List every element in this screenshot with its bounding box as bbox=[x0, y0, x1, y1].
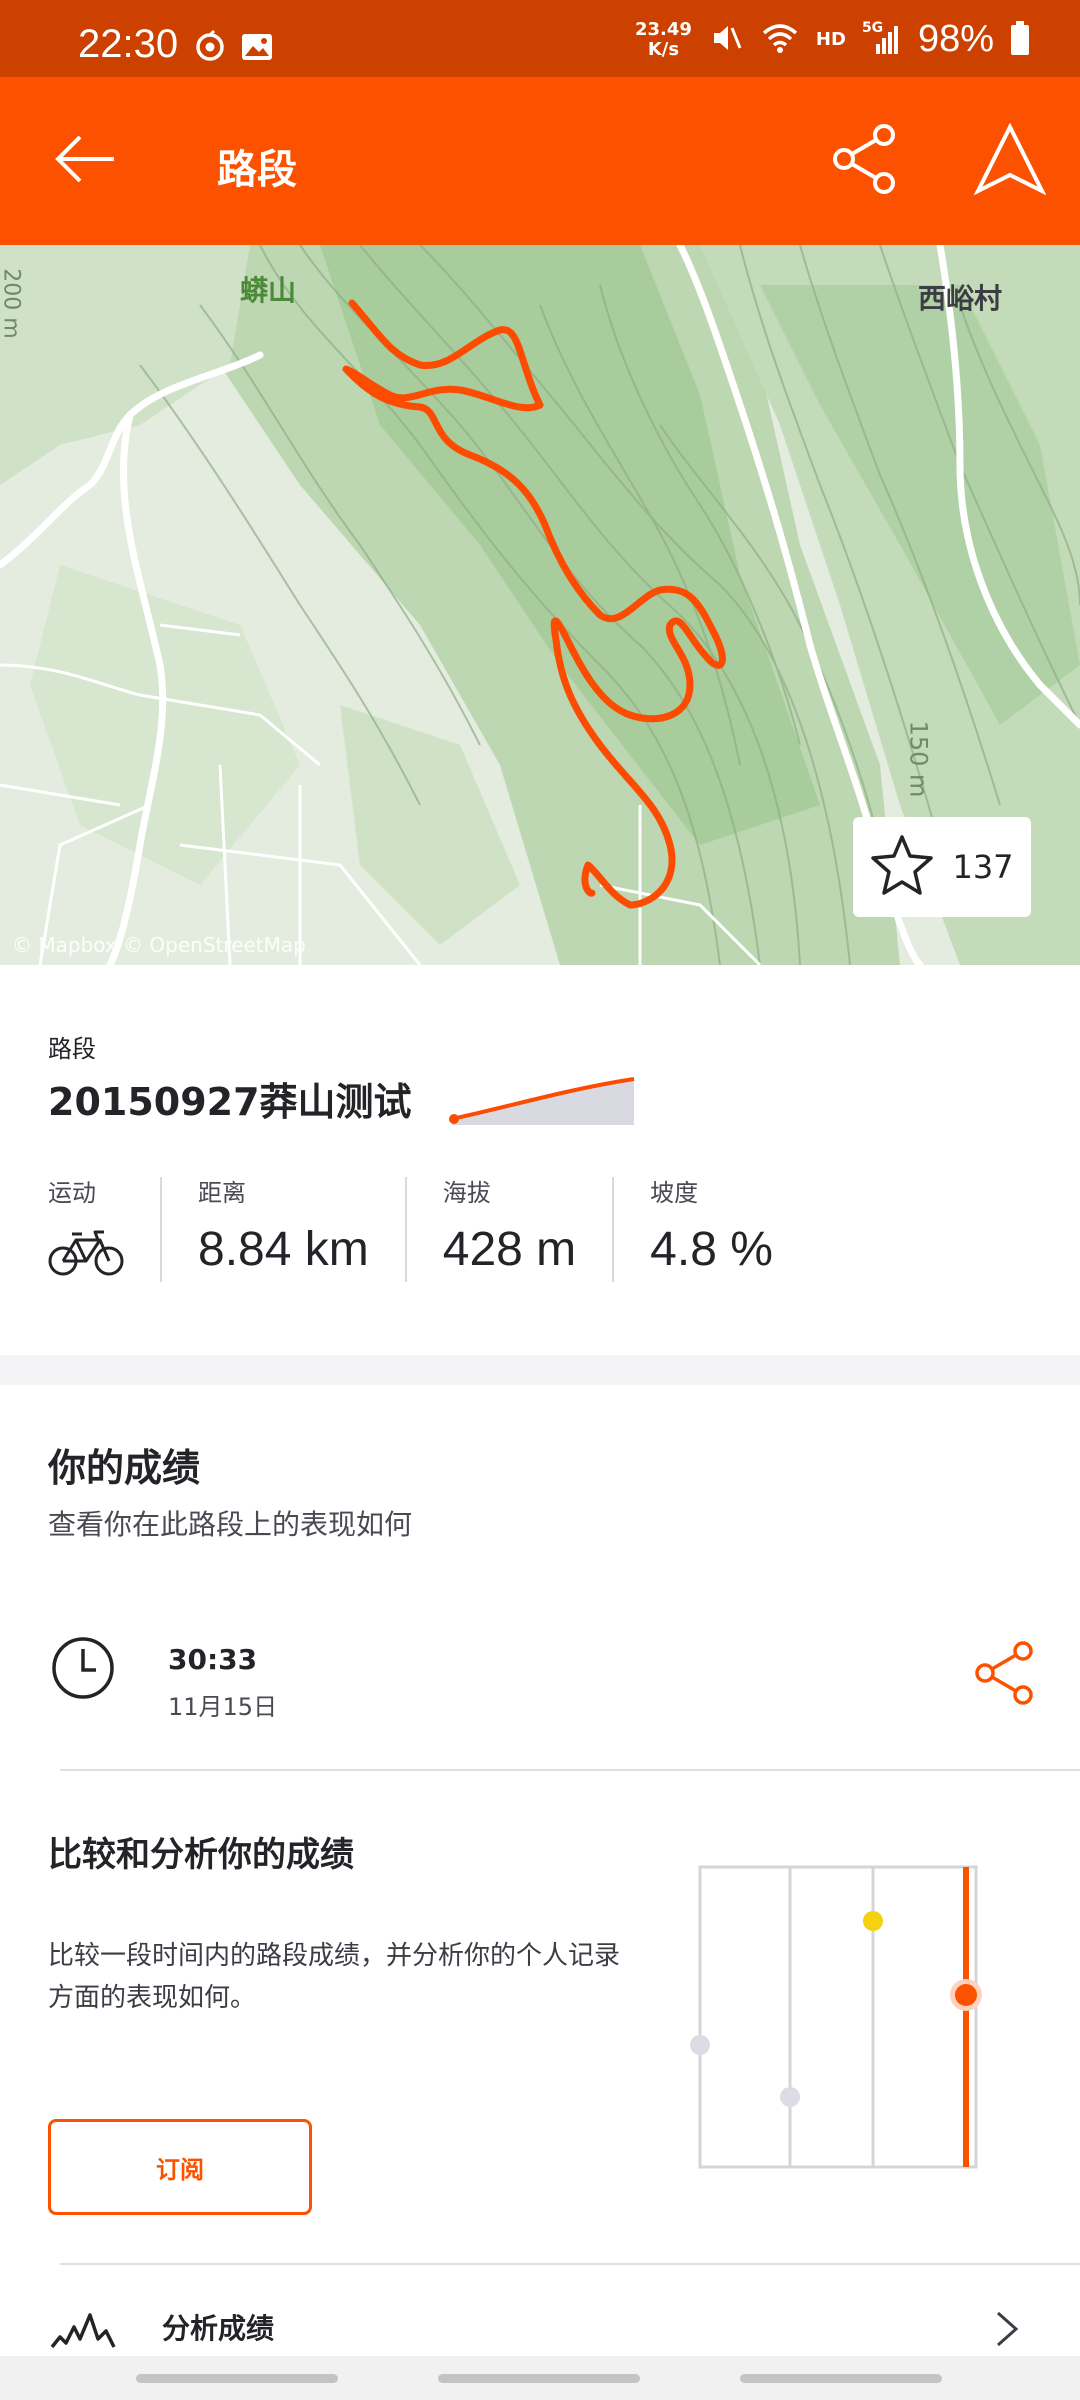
performance-subtitle: 查看你在此路段上的表现如何 bbox=[48, 1508, 413, 1541]
share-button[interactable] bbox=[820, 121, 910, 201]
star-icon bbox=[870, 834, 934, 900]
segment-info: 路段 20150927莽山测试 运动 距离 8.84 km 海拔 428 m 坡… bbox=[0, 965, 1080, 1355]
share-icon bbox=[973, 1641, 1035, 1709]
effort-share-button[interactable] bbox=[964, 1635, 1044, 1715]
clock-icon bbox=[50, 1635, 116, 1705]
section-separator bbox=[0, 1355, 1080, 1385]
segment-name: 20150927莽山测试 bbox=[48, 1080, 412, 1124]
map-label-mountain: 蟒山 bbox=[240, 274, 297, 307]
mute-icon bbox=[708, 20, 744, 60]
gallery-icon bbox=[240, 32, 274, 66]
network-speed-unit: K/s bbox=[647, 38, 680, 60]
navigate-button[interactable] bbox=[960, 121, 1060, 201]
nav-recents-handle[interactable] bbox=[136, 2374, 338, 2383]
share-icon bbox=[830, 123, 900, 199]
battery-percent: 98% bbox=[917, 18, 994, 60]
chevron-right-icon bbox=[992, 2309, 1022, 2353]
stat-distance-label: 距离 bbox=[198, 1179, 246, 1207]
compare-title: 比较和分析你的成绩 bbox=[48, 1835, 354, 1875]
nav-back-handle[interactable] bbox=[740, 2374, 942, 2383]
back-arrow-icon bbox=[50, 129, 120, 193]
wifi-icon bbox=[760, 21, 800, 59]
subscribe-button[interactable]: 订阅 bbox=[48, 2119, 312, 2215]
signal-icon: 5G bbox=[862, 20, 902, 58]
map-label-village: 西峪村 bbox=[918, 282, 1003, 315]
compare-chart-illustration bbox=[690, 1863, 1020, 2177]
effort-row[interactable] bbox=[0, 1605, 1080, 1755]
back-button[interactable] bbox=[40, 121, 130, 201]
stat-distance-value: 8.84 km bbox=[198, 1223, 369, 1276]
stat-sport-label: 运动 bbox=[48, 1179, 96, 1207]
effort-time: 30:33 bbox=[168, 1643, 258, 1676]
analyze-title: 分析成绩 bbox=[162, 2312, 275, 2345]
divider bbox=[60, 1769, 1080, 1771]
map-attribution[interactable]: © Mapbox © OpenStreetMap bbox=[12, 933, 306, 957]
page-title: 路段 bbox=[217, 147, 297, 193]
status-time: 22:30 bbox=[78, 22, 179, 66]
battery-icon bbox=[1010, 20, 1030, 59]
stat-grade: 坡度 4.8 % bbox=[612, 1177, 809, 1282]
stat-grade-label: 坡度 bbox=[650, 1179, 699, 1207]
analyze-chart-icon bbox=[50, 2309, 116, 2353]
stat-elevation-value: 428 m bbox=[442, 1223, 577, 1276]
segment-stats: 运动 距离 8.84 km 海拔 428 m 坡度 4.8 % bbox=[48, 1177, 809, 1282]
effort-date: 11月15日 bbox=[168, 1693, 278, 1721]
performance-title: 你的成绩 bbox=[48, 1446, 201, 1490]
network-speed: 23.49 K/s bbox=[634, 18, 692, 60]
elevation-profile bbox=[448, 1075, 636, 1129]
network-speed-value: 23.49 bbox=[634, 18, 692, 40]
app-bar: 路段 bbox=[0, 77, 1080, 245]
hd-label: HD bbox=[815, 29, 846, 50]
star-count: 137 bbox=[952, 848, 1014, 886]
performance-section: 你的成绩 查看你在此路段上的表现如何 30:33 11月15日 比较和分析你的成… bbox=[0, 1385, 1080, 2385]
status-icons: 23.49 K/s HD 5G 98% bbox=[635, 18, 1030, 61]
stat-distance: 距离 8.84 km bbox=[160, 1177, 405, 1282]
star-button[interactable]: 137 bbox=[853, 817, 1031, 917]
stat-sport: 运动 bbox=[48, 1177, 160, 1282]
segment-map[interactable]: 蟒山 西峪村 200 m 150 m © Mapbox © OpenStreet… bbox=[0, 245, 1080, 965]
stat-elevation-label: 海拔 bbox=[442, 1179, 491, 1207]
compare-description: 比较一段时间内的路段成绩，并分析你的个人记录方面的表现如何。 bbox=[48, 1941, 621, 2013]
contour-label-150: 150 m bbox=[904, 720, 933, 798]
navigate-icon bbox=[973, 122, 1047, 199]
contour-label-200: 200 m bbox=[0, 268, 24, 339]
nav-home-handle[interactable] bbox=[438, 2374, 640, 2383]
stat-elevation: 海拔 428 m bbox=[404, 1177, 612, 1282]
segment-label: 路段 bbox=[48, 1035, 96, 1063]
stat-grade-value: 4.8 % bbox=[650, 1223, 773, 1276]
notification-icon bbox=[193, 29, 227, 68]
status-bar: 22:30 23.49 K/s HD 5G 98% bbox=[0, 0, 1080, 77]
system-nav-bar bbox=[0, 2356, 1080, 2400]
bike-icon bbox=[48, 1228, 124, 1282]
